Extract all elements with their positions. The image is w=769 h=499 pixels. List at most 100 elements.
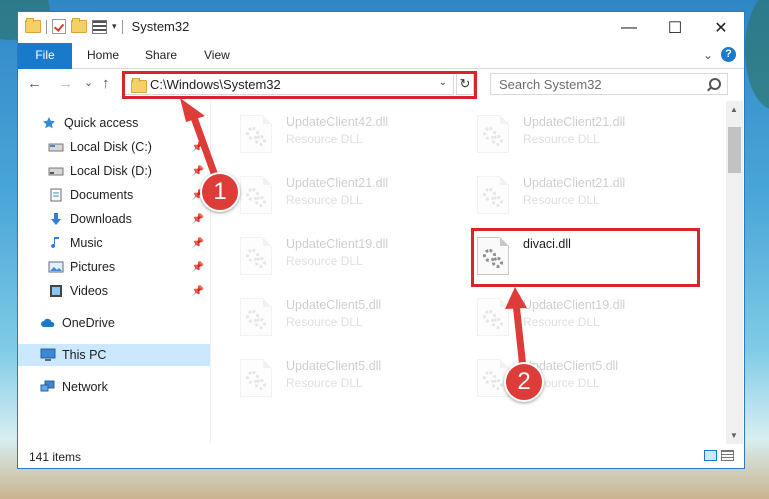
sidebar-item-this-pc[interactable]: This PC: [18, 344, 210, 366]
file-item[interactable]: UpdateClient19.dll Resource DLL: [236, 233, 456, 285]
sidebar-item-label: Pictures: [70, 260, 116, 274]
file-type: Resource DLL: [523, 132, 600, 146]
maximize-button[interactable]: ☐: [652, 12, 698, 43]
drive-icon: [48, 140, 64, 154]
address-bar-highlight: [122, 71, 477, 99]
file-item[interactable]: UpdateClient21.dll Resource DLL: [473, 172, 693, 224]
view-switcher: [704, 450, 734, 461]
tab-share[interactable]: Share: [145, 43, 177, 68]
step-1-badge: 1: [200, 172, 240, 212]
network-icon: [40, 380, 56, 394]
file-item[interactable]: UpdateClient21.dll Resource DLL: [236, 172, 456, 224]
sidebar-item-videos[interactable]: Videos 📌: [18, 280, 210, 302]
minimize-icon: —: [621, 18, 637, 36]
sidebar-item-network[interactable]: Network: [18, 376, 210, 398]
pin-icon[interactable]: 📌: [192, 166, 204, 177]
title-bar: ▾ System32 — ☐ ✕: [18, 12, 744, 43]
sidebar-item-downloads[interactable]: Downloads 📌: [18, 208, 210, 230]
file-item[interactable]: UpdateClient21.dll Resource DLL: [473, 111, 693, 163]
sidebar-item-local-disk-d[interactable]: Local Disk (D:) 📌: [18, 160, 210, 182]
pin-icon[interactable]: 📌: [192, 142, 204, 153]
pin-icon[interactable]: 📌: [192, 214, 204, 225]
pictures-icon: [48, 260, 64, 274]
search-input[interactable]: [497, 76, 701, 93]
qat-dropdown-icon[interactable]: ▾: [112, 21, 117, 32]
up-arrow-icon[interactable]: ↑: [102, 75, 110, 92]
sidebar-item-local-disk-c[interactable]: Local Disk (C:) 📌: [18, 136, 210, 158]
back-arrow-icon[interactable]: ←: [27, 75, 42, 92]
details-view-icon[interactable]: [704, 450, 717, 461]
scroll-down-icon[interactable]: ▼: [730, 431, 738, 440]
sidebar-item-label: OneDrive: [62, 316, 115, 330]
tab-home[interactable]: Home: [87, 43, 119, 68]
documents-icon: [48, 188, 64, 202]
dll-file-icon: [477, 176, 509, 214]
file-item[interactable]: UpdateClient5.dll Resource DLL: [236, 294, 456, 346]
sidebar-item-documents[interactable]: Documents 📌: [18, 184, 210, 206]
large-icons-view-icon[interactable]: [721, 450, 734, 461]
sidebar-item-label: Quick access: [64, 116, 139, 130]
sidebar-item-label: Local Disk (C:): [70, 140, 152, 154]
file-item[interactable]: UpdateClient19.dll Resource DLL: [473, 294, 693, 346]
sidebar-item-label: Network: [62, 380, 108, 394]
file-name: UpdateClient19.dll: [286, 237, 389, 251]
scroll-up-icon[interactable]: ▲: [730, 105, 738, 114]
toolbar-separator: [121, 19, 123, 34]
cloud-icon: [40, 316, 56, 330]
sidebar-item-label: Videos: [70, 284, 108, 298]
dll-file-icon: [477, 115, 509, 153]
properties-check-icon[interactable]: [52, 19, 66, 34]
dll-file-icon: [477, 298, 509, 336]
sidebar-item-label: Music: [70, 236, 103, 250]
pin-icon[interactable]: 📌: [192, 262, 204, 273]
forward-arrow-icon[interactable]: →: [58, 75, 73, 92]
tab-view[interactable]: View: [204, 43, 230, 68]
search-icon[interactable]: [709, 78, 721, 90]
maximize-icon: ☐: [667, 19, 683, 37]
sidebar-item-pictures[interactable]: Pictures 📌: [18, 256, 210, 278]
search-box[interactable]: [490, 73, 728, 95]
close-button[interactable]: ✕: [698, 12, 744, 43]
toolbar-separator: [46, 19, 47, 34]
file-item[interactable]: UpdateClient42.dll Resource DLL: [236, 111, 456, 163]
dll-file-icon: [240, 115, 272, 153]
sidebar-item-music[interactable]: Music 📌: [18, 232, 210, 254]
file-item[interactable]: UpdateClient5.dll Resource DLL: [236, 355, 456, 407]
new-folder-icon[interactable]: [71, 18, 87, 33]
file-type: Resource DLL: [523, 193, 600, 207]
drive-icon: [48, 164, 64, 178]
file-name: UpdateClient19.dll: [523, 298, 626, 312]
expand-ribbon-icon[interactable]: ⌄: [703, 48, 713, 62]
sidebar-item-quick-access[interactable]: Quick access: [18, 112, 210, 134]
pin-icon[interactable]: 📌: [192, 238, 204, 249]
sidebar-item-label: Documents: [70, 188, 134, 202]
file-name: UpdateClient5.dll: [286, 359, 382, 373]
recent-locations-icon[interactable]: ⌄: [84, 76, 93, 89]
help-icon[interactable]: ?: [721, 47, 736, 62]
pin-icon[interactable]: 📌: [192, 286, 204, 297]
vertical-scrollbar[interactable]: ▲ ▼: [726, 101, 743, 444]
sidebar-item-onedrive[interactable]: OneDrive: [18, 312, 210, 334]
minimize-button[interactable]: —: [606, 12, 652, 43]
file-name: UpdateClient21.dll: [523, 176, 626, 190]
file-name: UpdateClient5.dll: [286, 298, 382, 312]
download-icon: [48, 212, 64, 226]
file-name: UpdateClient42.dll: [286, 115, 389, 129]
folder-icon: [25, 18, 41, 33]
quick-access-toolbar: ▾ System32: [25, 18, 189, 34]
navigation-pane: Quick access Local Disk (C:) 📌 Local Dis…: [18, 101, 211, 444]
dll-file-icon: [240, 237, 272, 275]
sidebar-item-label: Downloads: [70, 212, 132, 226]
dll-file-icon: [240, 176, 272, 214]
file-type: Resource DLL: [286, 132, 363, 146]
desktop-background-leaf: [745, 0, 769, 110]
customize-icon[interactable]: [92, 19, 107, 34]
item-count: 141 items: [29, 450, 82, 464]
file-name: UpdateClient21.dll: [523, 115, 626, 129]
scrollbar-thumb[interactable]: [728, 127, 741, 173]
ribbon: File Home Share View ⌄ ?: [18, 43, 744, 95]
step-2-badge: 2: [504, 362, 544, 402]
file-type: Resource DLL: [523, 315, 600, 329]
sidebar-item-label: This PC: [62, 348, 107, 362]
ribbon-controls: ⌄ ?: [703, 47, 736, 62]
